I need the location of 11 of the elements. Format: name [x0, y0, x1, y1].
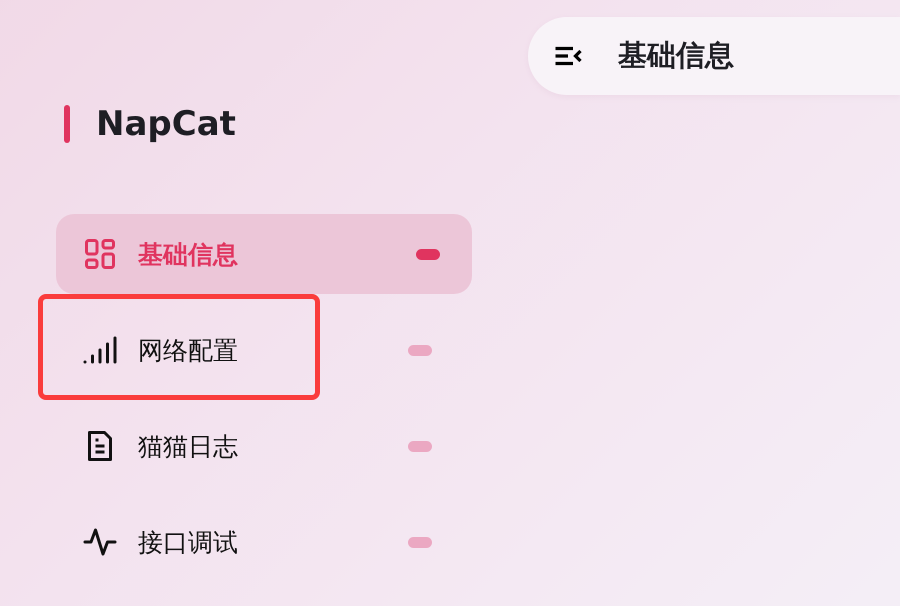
brand-name: NapCat [96, 104, 236, 144]
indicator-pill [408, 344, 432, 356]
grid-icon [82, 236, 118, 272]
indicator-pill [408, 536, 432, 548]
sidebar-item[interactable]: 接口调试 [56, 502, 472, 582]
page-title: 基础信息 [618, 37, 734, 74]
sidebar-item[interactable]: 猫猫日志 [56, 406, 472, 486]
brand-accent-bar [64, 105, 70, 143]
indicator-pill [408, 440, 432, 452]
indicator-pill [416, 248, 440, 260]
sidebar-item[interactable]: 网络配置 [56, 310, 472, 390]
